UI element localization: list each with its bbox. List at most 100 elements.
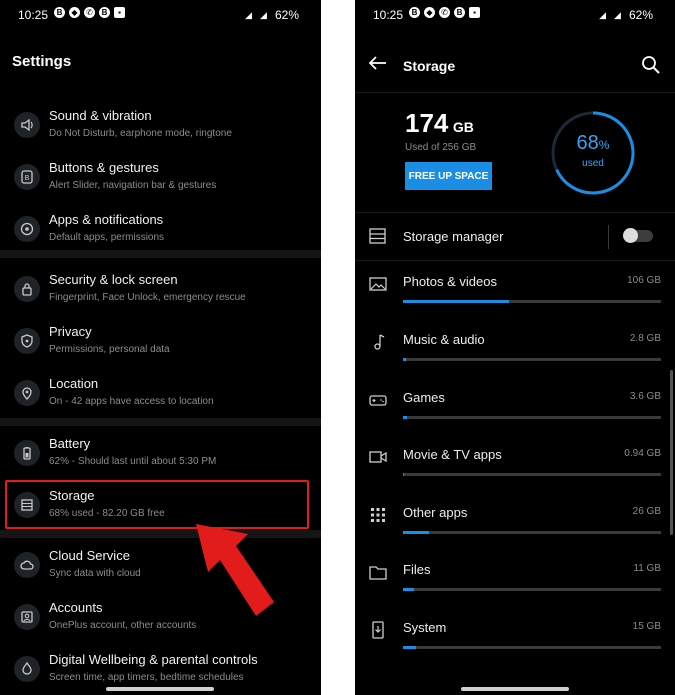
category-name: System bbox=[403, 620, 447, 635]
settings-item-buttons-gestures[interactable]: B Buttons & gestures Alert Slider, navigat… bbox=[0, 152, 321, 204]
battery-percent: 62% bbox=[274, 8, 299, 22]
app-bar: Storage bbox=[355, 40, 675, 90]
whatsapp-icon: ✆ bbox=[84, 7, 95, 18]
settings-item-battery[interactable]: Battery 62% - Should last until about 5:3… bbox=[0, 428, 321, 480]
category-size: 106 GB bbox=[627, 275, 661, 286]
status-bar: 10:25 B ◆ ✆ B ▪ ◢ ◢ 62% bbox=[355, 0, 675, 28]
settings-item-title: Security & lock screen bbox=[49, 272, 178, 287]
signal-icon: ◢ bbox=[260, 9, 267, 20]
settings-item-subtitle: Sync data with cloud bbox=[49, 568, 141, 579]
settings-item-apps-notifications[interactable]: Apps & notifications Default apps, permis… bbox=[0, 204, 321, 256]
signal-icon: ◢ bbox=[614, 9, 621, 20]
scrollbar[interactable] bbox=[670, 370, 673, 535]
notification-icon: B bbox=[454, 7, 465, 18]
storage-category-games[interactable]: Games 3.6 GB bbox=[355, 378, 675, 435]
notification-icon: B bbox=[54, 7, 65, 18]
back-arrow-icon[interactable] bbox=[369, 56, 387, 70]
category-name: Music & audio bbox=[403, 332, 485, 347]
settings-item-subtitle: Alert Slider, navigation bar & gestures bbox=[49, 180, 217, 191]
signal-icon: ◢ bbox=[599, 9, 607, 20]
settings-item-title: Cloud Service bbox=[49, 548, 130, 563]
status-time: 10:25 bbox=[18, 8, 49, 22]
grid-icon bbox=[371, 508, 385, 522]
highlight-box bbox=[5, 480, 309, 529]
category-usage-bar bbox=[403, 416, 661, 419]
storage-screen: 10:25 B ◆ ✆ B ▪ ◢ ◢ 62% Storage 174 GB U… bbox=[355, 0, 675, 695]
settings-item-location[interactable]: Location On - 42 apps have access to loca… bbox=[0, 368, 321, 420]
category-usage-bar bbox=[403, 358, 661, 361]
settings-item-sound-vibration[interactable]: Sound & vibration Do Not Disturb, earphon… bbox=[0, 100, 321, 152]
settings-item-title: Apps & notifications bbox=[49, 212, 164, 227]
notification-icon: ◆ bbox=[69, 7, 80, 18]
cloud-icon bbox=[14, 552, 40, 578]
category-usage-fill bbox=[403, 416, 407, 419]
gamepad-icon bbox=[369, 395, 387, 406]
settings-item-title: Location bbox=[49, 376, 99, 391]
storage-category-movie-tv-apps[interactable]: Movie & TV apps 0.94 GB bbox=[355, 435, 675, 492]
gesture-bar[interactable] bbox=[106, 687, 214, 691]
category-usage-fill bbox=[403, 531, 429, 534]
settings-item-subtitle: On - 42 apps have access to location bbox=[49, 396, 214, 407]
wellbeing-icon bbox=[14, 656, 40, 682]
category-usage-bar bbox=[403, 300, 661, 303]
status-time: 10:25 bbox=[373, 8, 404, 22]
storage-category-photos-videos[interactable]: Photos & videos 106 GB bbox=[355, 262, 675, 319]
storage-manager-row[interactable]: Storage manager bbox=[355, 213, 675, 260]
signal-icon: ◢ bbox=[245, 9, 253, 20]
settings-item-subtitle: Permissions, personal data bbox=[49, 344, 170, 355]
category-size: 2.8 GB bbox=[629, 333, 661, 344]
category-name: Movie & TV apps bbox=[403, 447, 502, 462]
storage-category-music-audio[interactable]: Music & audio 2.8 GB bbox=[355, 320, 675, 377]
usage-label: used bbox=[582, 158, 604, 169]
category-usage-bar bbox=[403, 531, 661, 534]
storage-category-other-apps[interactable]: Other apps 26 GB bbox=[355, 493, 675, 550]
battery-icon bbox=[14, 440, 40, 466]
speaker-icon bbox=[14, 112, 40, 138]
category-usage-fill bbox=[403, 300, 509, 303]
whatsapp-icon: ✆ bbox=[439, 7, 450, 18]
category-name: Other apps bbox=[403, 505, 468, 520]
page-title: Storage bbox=[403, 58, 456, 74]
free-up-space-button[interactable]: FREE UP SPACE bbox=[405, 162, 492, 190]
storage-manager-label: Storage manager bbox=[403, 229, 504, 244]
shield-icon bbox=[14, 328, 40, 354]
storage-category-system[interactable]: System 15 GB bbox=[355, 608, 675, 665]
category-name: Games bbox=[403, 390, 445, 405]
category-usage-fill bbox=[403, 473, 405, 476]
category-usage-bar bbox=[403, 646, 661, 649]
category-name: Files bbox=[403, 562, 431, 577]
gesture-bar[interactable] bbox=[461, 687, 569, 691]
image-icon bbox=[369, 277, 387, 291]
location-pin-icon bbox=[14, 380, 40, 406]
settings-item-privacy[interactable]: Privacy Permissions, personal data bbox=[0, 316, 321, 368]
notification-icon: B bbox=[409, 7, 420, 18]
used-of-total: Used of 256 GB bbox=[405, 142, 477, 153]
folder-icon bbox=[369, 566, 387, 580]
settings-item-security-lock-screen[interactable]: Security & lock screen Fingerprint, Face … bbox=[0, 264, 321, 316]
category-usage-fill bbox=[403, 588, 415, 591]
image-notification-icon: ▪ bbox=[469, 7, 480, 18]
phone-download-icon bbox=[372, 621, 384, 639]
settings-item-subtitle: Fingerprint, Face Unlock, emergency resc… bbox=[49, 292, 246, 303]
storage-category-files[interactable]: Files 11 GB bbox=[355, 550, 675, 607]
image-notification-icon: ▪ bbox=[114, 7, 125, 18]
settings-item-title: Accounts bbox=[49, 600, 103, 615]
lock-icon bbox=[14, 276, 40, 302]
category-size: 3.6 GB bbox=[629, 391, 661, 402]
account-icon bbox=[14, 604, 40, 630]
notification-icon: B bbox=[99, 7, 110, 18]
category-size: 0.94 GB bbox=[624, 448, 661, 459]
category-size: 26 GB bbox=[632, 506, 661, 517]
settings-item-subtitle: Screen time, app timers, bedtime schedul… bbox=[49, 672, 244, 683]
category-size: 15 GB bbox=[632, 621, 661, 632]
page-title: Settings bbox=[12, 53, 72, 70]
storage-manager-toggle[interactable] bbox=[623, 228, 653, 243]
settings-item-title: Battery bbox=[49, 436, 91, 451]
settings-item-title: Buttons & gestures bbox=[49, 160, 159, 175]
category-usage-fill bbox=[403, 646, 416, 649]
status-bar: 10:25 B ◆ ✆ B ▪ ◢ ◢ 62% bbox=[0, 0, 321, 28]
apps-icon bbox=[14, 216, 40, 242]
search-icon[interactable] bbox=[641, 55, 661, 75]
red-arrow-icon bbox=[196, 524, 274, 616]
settings-item-title: Sound & vibration bbox=[49, 108, 152, 123]
